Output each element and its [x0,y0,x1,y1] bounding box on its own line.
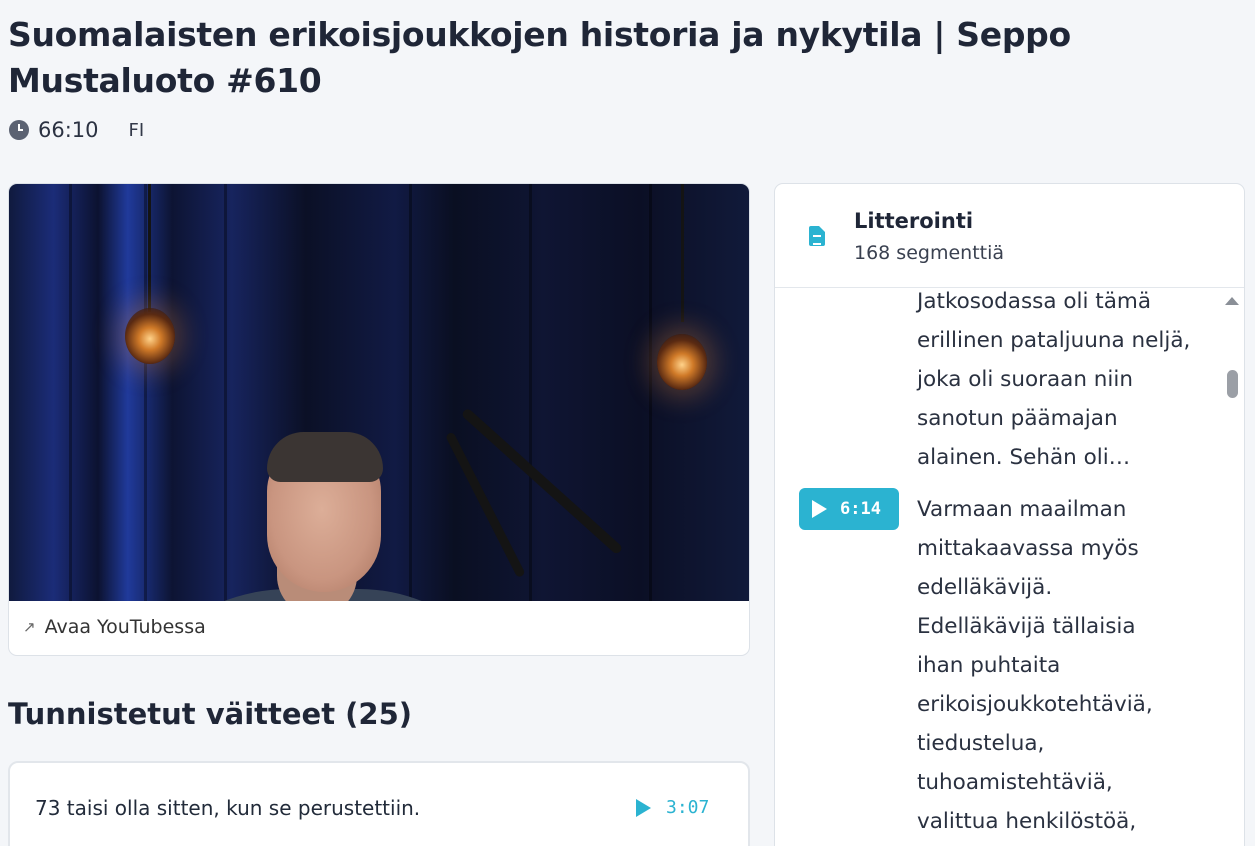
episode-meta: 66:10 FI [9,116,144,144]
claim-timestamp: 3:07 [666,797,710,818]
transcript-line: erillinen pataljuuna neljä, [917,328,1191,353]
external-link-icon: ↗ [23,618,36,636]
segment-timestamp: 6:14 [840,499,881,519]
segment-play-button[interactable]: 6:14 [799,488,899,530]
transcript-line: tiedustelua, [917,731,1045,756]
duration: 66:10 [38,118,99,142]
clock-icon [9,120,29,140]
document-icon [809,226,825,246]
claims-heading: Tunnistetut väitteet (25) [8,697,413,731]
claim-card: 73 taisi olla sitten, kun se perustettii… [8,761,750,846]
language-badge: FI [128,119,145,141]
transcript-line: alainen. Sehän oli… [917,445,1131,470]
transcript-line: sanotun päämajan [917,406,1118,431]
transcript-line: Edelläkävijä tällaisia [917,614,1136,639]
transcript-title: Litterointi [854,209,974,233]
transcript-line: valittua henkilöstöä, [917,809,1137,834]
play-icon [636,798,651,817]
transcript-line: edelläkävijä. [917,575,1053,600]
video-player[interactable] [9,184,749,601]
transcript-line: Jatkosodassa oli tämä [917,289,1152,314]
transcript-panel: Litterointi 168 segmenttiä Jatkosodassa … [774,183,1245,846]
scroll-up-arrow-icon[interactable] [1225,297,1239,305]
transcript-line: tuhoamistehtäviä, [917,770,1113,795]
transcript-line: erikoisjoukkotehtäviä, [917,692,1153,717]
transcript-line: mittakaavassa myös [917,536,1139,561]
transcript-line: ihan puhtaita [917,653,1061,678]
transcript-line: joka oli suoraan niin [917,367,1133,392]
transcript-segment-count: 168 segmenttiä [854,242,1005,264]
transcript-list[interactable]: Jatkosodassa oli tämä erillinen pataljuu… [775,289,1244,846]
claim-text: 73 taisi olla sitten, kun se perustettii… [35,796,421,820]
transcript-segment: Jatkosodassa oli tämä erillinen pataljuu… [917,289,1217,477]
transcript-segment: Varmaan maailman mittakaavassa myös edel… [917,490,1217,841]
claim-play-button[interactable]: 3:07 [636,797,709,818]
page-title: Suomalaisten erikoisjoukkojen historia j… [8,15,1071,100]
play-icon [812,500,827,518]
open-youtube-link[interactable]: ↗ Avaa YouTubessa [23,616,206,638]
transcript-line: Varmaan maailman [917,497,1127,522]
scrollbar-thumb[interactable] [1227,370,1238,398]
transcript-header: Litterointi 168 segmenttiä [775,184,1244,288]
video-card: ↗ Avaa YouTubessa [8,183,750,656]
open-youtube-label: Avaa YouTubessa [44,616,206,638]
